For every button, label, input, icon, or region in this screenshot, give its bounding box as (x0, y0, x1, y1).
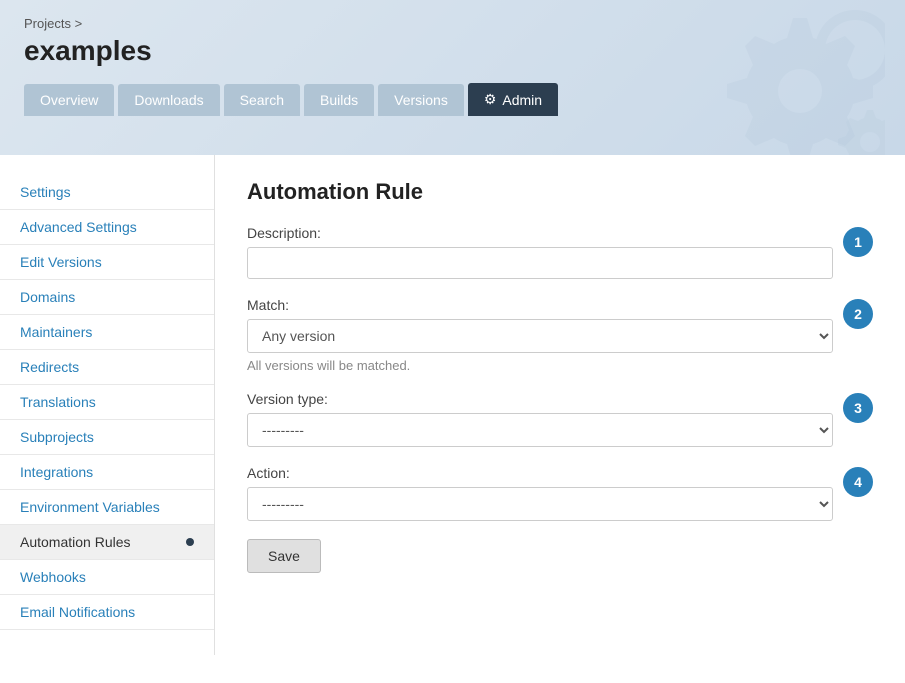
version-type-label: Version type: (247, 391, 833, 407)
sidebar-item-translations[interactable]: Translations (0, 385, 214, 420)
action-label: Action: (247, 465, 833, 481)
version-type-select[interactable]: --------- (247, 413, 833, 447)
match-group: Match: Any version All versions will be … (247, 297, 833, 373)
step-badge-1: 1 (843, 227, 873, 257)
sidebar-item-settings[interactable]: Settings (0, 175, 214, 210)
gear-decoration (725, 10, 885, 155)
version-type-group: Version type: --------- (247, 391, 833, 447)
sidebar-item-domains[interactable]: Domains (0, 280, 214, 315)
tab-builds[interactable]: Builds (304, 84, 374, 116)
sidebar-item-integrations[interactable]: Integrations (0, 455, 214, 490)
description-row: Description: 1 (247, 225, 873, 279)
gear-icon: ⚙ (484, 91, 497, 108)
action-select[interactable]: --------- (247, 487, 833, 521)
match-label: Match: (247, 297, 833, 313)
description-label: Description: (247, 225, 833, 241)
tab-downloads[interactable]: Downloads (118, 84, 219, 116)
tab-versions[interactable]: Versions (378, 84, 464, 116)
match-row: Match: Any version All versions will be … (247, 297, 873, 373)
sidebar-item-edit-versions[interactable]: Edit Versions (0, 245, 214, 280)
tab-search[interactable]: Search (224, 84, 300, 116)
step-badge-3: 3 (843, 393, 873, 423)
main-content: Automation Rule Description: 1 Match: An… (215, 155, 905, 655)
version-type-row: Version type: --------- 3 (247, 391, 873, 447)
sidebar-item-subprojects[interactable]: Subprojects (0, 420, 214, 455)
save-button[interactable]: Save (247, 539, 321, 573)
header: Projects > examples Overview Downloads S… (0, 0, 905, 155)
sidebar-item-environment-variables[interactable]: Environment Variables (0, 490, 214, 525)
sidebar-item-automation-rules[interactable]: Automation Rules (0, 525, 214, 560)
active-dot (186, 538, 194, 546)
sidebar-item-webhooks[interactable]: Webhooks (0, 560, 214, 595)
content-area: Settings Advanced Settings Edit Versions… (0, 155, 905, 655)
sidebar-item-advanced-settings[interactable]: Advanced Settings (0, 210, 214, 245)
match-select[interactable]: Any version (247, 319, 833, 353)
sidebar-item-maintainers[interactable]: Maintainers (0, 315, 214, 350)
tab-overview[interactable]: Overview (24, 84, 114, 116)
form-actions: Save (247, 539, 873, 573)
action-row: Action: --------- 4 (247, 465, 873, 521)
description-input[interactable] (247, 247, 833, 279)
step-badge-4: 4 (843, 467, 873, 497)
sidebar-item-redirects[interactable]: Redirects (0, 350, 214, 385)
description-group: Description: (247, 225, 833, 279)
tab-admin[interactable]: ⚙ Admin (468, 83, 558, 116)
step-badge-2: 2 (843, 299, 873, 329)
sidebar-item-email-notifications[interactable]: Email Notifications (0, 595, 214, 630)
match-hint: All versions will be matched. (247, 358, 833, 373)
page-title: Automation Rule (247, 179, 873, 205)
sidebar: Settings Advanced Settings Edit Versions… (0, 155, 215, 655)
action-group: Action: --------- (247, 465, 833, 521)
